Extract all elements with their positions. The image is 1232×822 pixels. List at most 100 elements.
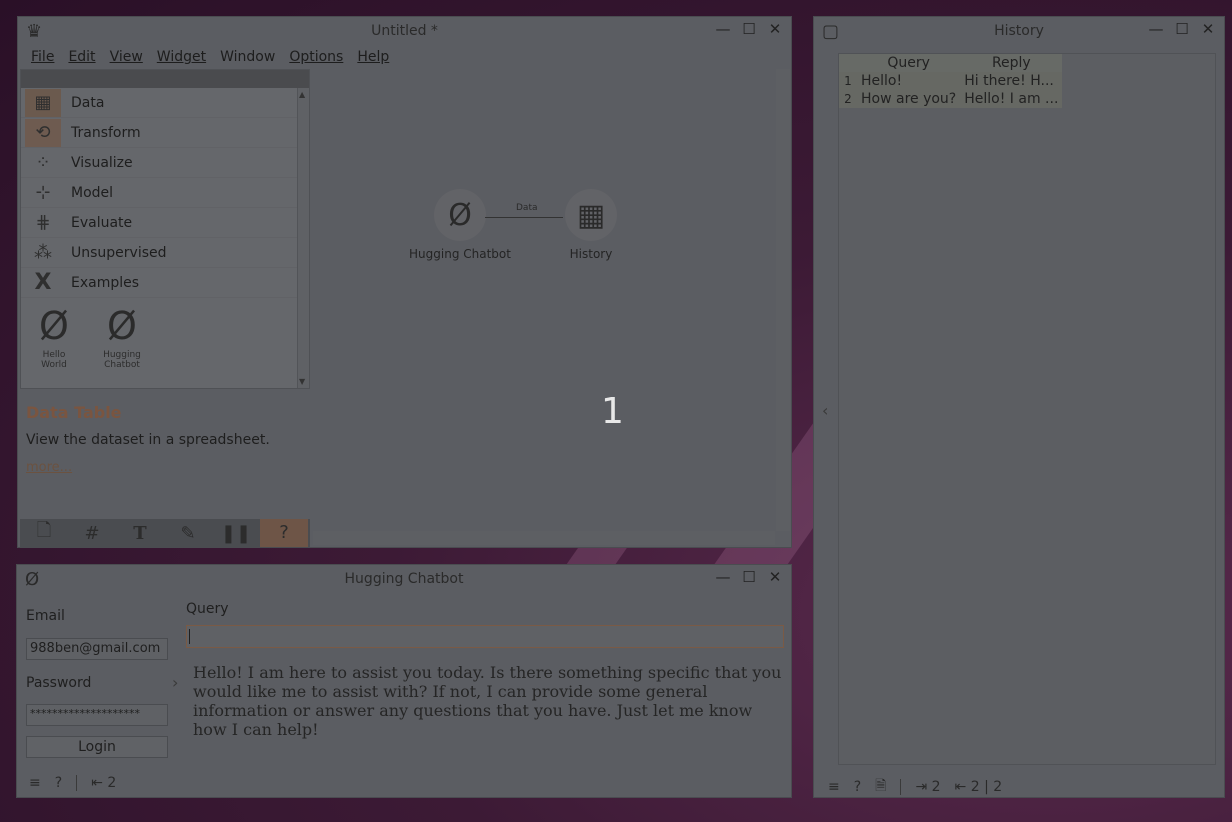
row-index: 2: [844, 92, 852, 106]
password-field[interactable]: ********************: [26, 704, 168, 726]
report-icon[interactable]: 🗎: [875, 775, 886, 799]
pause-icon[interactable]: ❚❚: [212, 523, 260, 544]
email-field[interactable]: 988ben@gmail.com: [26, 638, 168, 660]
chevron-left-icon[interactable]: ‹: [822, 401, 828, 420]
close-button[interactable]: ✕: [767, 20, 783, 38]
menubar: File Edit View Widget Window Options Hel…: [18, 45, 791, 69]
history-table-container: Query Reply 1 Hello! Hi there! H... 2 Ho…: [838, 53, 1216, 765]
minimize-button[interactable]: —: [1148, 20, 1164, 38]
text-icon[interactable]: T: [116, 523, 164, 544]
category-evaluate[interactable]: ⋕ Evaluate: [21, 208, 309, 238]
hamburger-icon[interactable]: ≡: [828, 779, 840, 795]
cell-query[interactable]: Hello!: [857, 72, 960, 90]
menu-window[interactable]: Window: [213, 49, 282, 65]
widget-hello-world[interactable]: Ø Hello World: [29, 302, 79, 370]
cluster-icon: ⁂: [34, 242, 52, 263]
category-examples[interactable]: X Examples: [21, 268, 309, 298]
menu-edit[interactable]: Edit: [61, 49, 102, 65]
widget-description: Data Table View the dataset in a spreads…: [20, 395, 310, 519]
widget-hugging-chatbot[interactable]: Ø Hugging Chatbot: [97, 302, 147, 370]
chatbot-titlebar[interactable]: Ø Hugging Chatbot — ☐ ✕: [17, 565, 791, 593]
main-window: ♛ Untitled * — ☐ ✕ File Edit View Widget…: [17, 16, 792, 548]
history-window: ▢ History — ☐ ✕ ‹ Query Reply 1 Hello! H…: [813, 16, 1225, 798]
menu-options[interactable]: Options: [282, 49, 350, 65]
canvas-horizontal-scrollbar[interactable]: [313, 531, 775, 545]
node-label: History: [569, 247, 613, 261]
table-icon: ▢: [822, 21, 840, 42]
category-label: Unsupervised: [71, 244, 167, 261]
password-label: Password: [26, 675, 92, 691]
category-visualize[interactable]: ⁘ Visualize: [21, 148, 309, 178]
description-text: View the dataset in a spreadsheet.: [26, 432, 270, 448]
description-title: Data Table: [26, 403, 122, 422]
minimize-button[interactable]: —: [715, 20, 731, 38]
link-label: Data: [516, 203, 538, 213]
document-icon[interactable]: 🗋: [20, 518, 68, 548]
help-icon[interactable]: ?: [260, 519, 308, 547]
table-row[interactable]: 1 Hello! Hi there! H...: [839, 72, 1062, 90]
widget-label: Hugging Chatbot: [103, 350, 141, 370]
text-caret: [189, 629, 190, 644]
category-label: Data: [71, 94, 105, 111]
maximize-button[interactable]: ☐: [1174, 20, 1190, 38]
widget-label: Hello World: [41, 350, 67, 370]
empty-set-icon: Ø: [25, 569, 40, 590]
toolbox-scrollbar[interactable]: ▲ ▼: [297, 88, 309, 388]
node-label: Hugging Chatbot: [409, 247, 511, 261]
history-status-bar: ≡ ? 🗎 ⇥ 2 ⇤ 2 | 2: [828, 775, 1002, 799]
hash-icon[interactable]: #: [68, 523, 116, 544]
column-header-reply[interactable]: Reply: [960, 54, 1063, 72]
menu-widget[interactable]: Widget: [150, 49, 213, 65]
node-history[interactable]: ▦ History: [561, 189, 621, 261]
category-label: Visualize: [71, 154, 133, 171]
link-line[interactable]: [485, 217, 563, 218]
category-label: Examples: [71, 274, 140, 291]
table-row[interactable]: 2 How are you? Hello! I am ...: [839, 90, 1062, 108]
toolbox-header: [21, 70, 309, 88]
hamburger-icon[interactable]: ≡: [29, 775, 41, 791]
category-model[interactable]: ⊹ Model: [21, 178, 309, 208]
history-window-title: History: [994, 23, 1044, 39]
main-window-title: Untitled *: [371, 23, 438, 39]
menu-view[interactable]: View: [103, 49, 150, 65]
separator: [900, 779, 902, 795]
maximize-button[interactable]: ☐: [741, 20, 757, 38]
scroll-up-icon[interactable]: ▲: [299, 90, 305, 99]
help-icon[interactable]: ?: [854, 779, 861, 795]
chatbot-window: Ø Hugging Chatbot — ☐ ✕ Email 988ben@gma…: [16, 564, 792, 798]
close-button[interactable]: ✕: [1200, 20, 1216, 38]
cell-reply[interactable]: Hello! I am ...: [960, 90, 1062, 108]
main-titlebar[interactable]: ♛ Untitled * — ☐ ✕: [18, 17, 791, 45]
category-unsupervised[interactable]: ⁂ Unsupervised: [21, 238, 309, 268]
column-header-query[interactable]: Query: [857, 54, 961, 72]
help-icon[interactable]: ?: [55, 775, 62, 791]
close-button[interactable]: ✕: [767, 568, 783, 586]
reply-text: Hello! I am here to assist you today. Is…: [193, 663, 782, 739]
category-label: Evaluate: [71, 214, 133, 231]
menu-help[interactable]: Help: [350, 49, 396, 65]
empty-set-icon: Ø: [107, 304, 137, 348]
chevron-right-icon[interactable]: ›: [172, 673, 178, 692]
cell-query[interactable]: How are you?: [857, 90, 960, 108]
login-button[interactable]: Login: [26, 736, 168, 758]
scroll-down-icon[interactable]: ▼: [299, 377, 305, 386]
category-label: Model: [71, 184, 114, 201]
cell-reply[interactable]: Hi there! H...: [960, 72, 1062, 90]
canvas-vertical-scrollbar[interactable]: [776, 69, 790, 531]
node-hugging-chatbot[interactable]: Ø Hugging Chatbot: [405, 189, 515, 261]
menu-file[interactable]: File: [24, 49, 61, 65]
category-data[interactable]: ▦ Data: [21, 88, 309, 118]
history-table: Query Reply 1 Hello! Hi there! H... 2 Ho…: [839, 54, 1063, 108]
maximize-button[interactable]: ☐: [741, 568, 757, 586]
query-input[interactable]: [186, 625, 784, 648]
category-transform[interactable]: ⟲ Transform: [21, 118, 309, 148]
empty-set-icon: Ø: [39, 304, 69, 348]
table-icon: ▦: [565, 189, 617, 241]
history-titlebar[interactable]: ▢ History — ☐ ✕: [814, 17, 1224, 45]
minimize-button[interactable]: —: [715, 568, 731, 586]
more-link[interactable]: more...: [26, 460, 304, 475]
empty-set-icon: Ø: [434, 189, 486, 241]
pencil-icon[interactable]: ✎: [164, 523, 212, 544]
workflow-canvas[interactable]: Ø Hugging Chatbot Data ▦ History 1: [313, 69, 775, 531]
orange-app-icon: ♛: [26, 21, 43, 42]
